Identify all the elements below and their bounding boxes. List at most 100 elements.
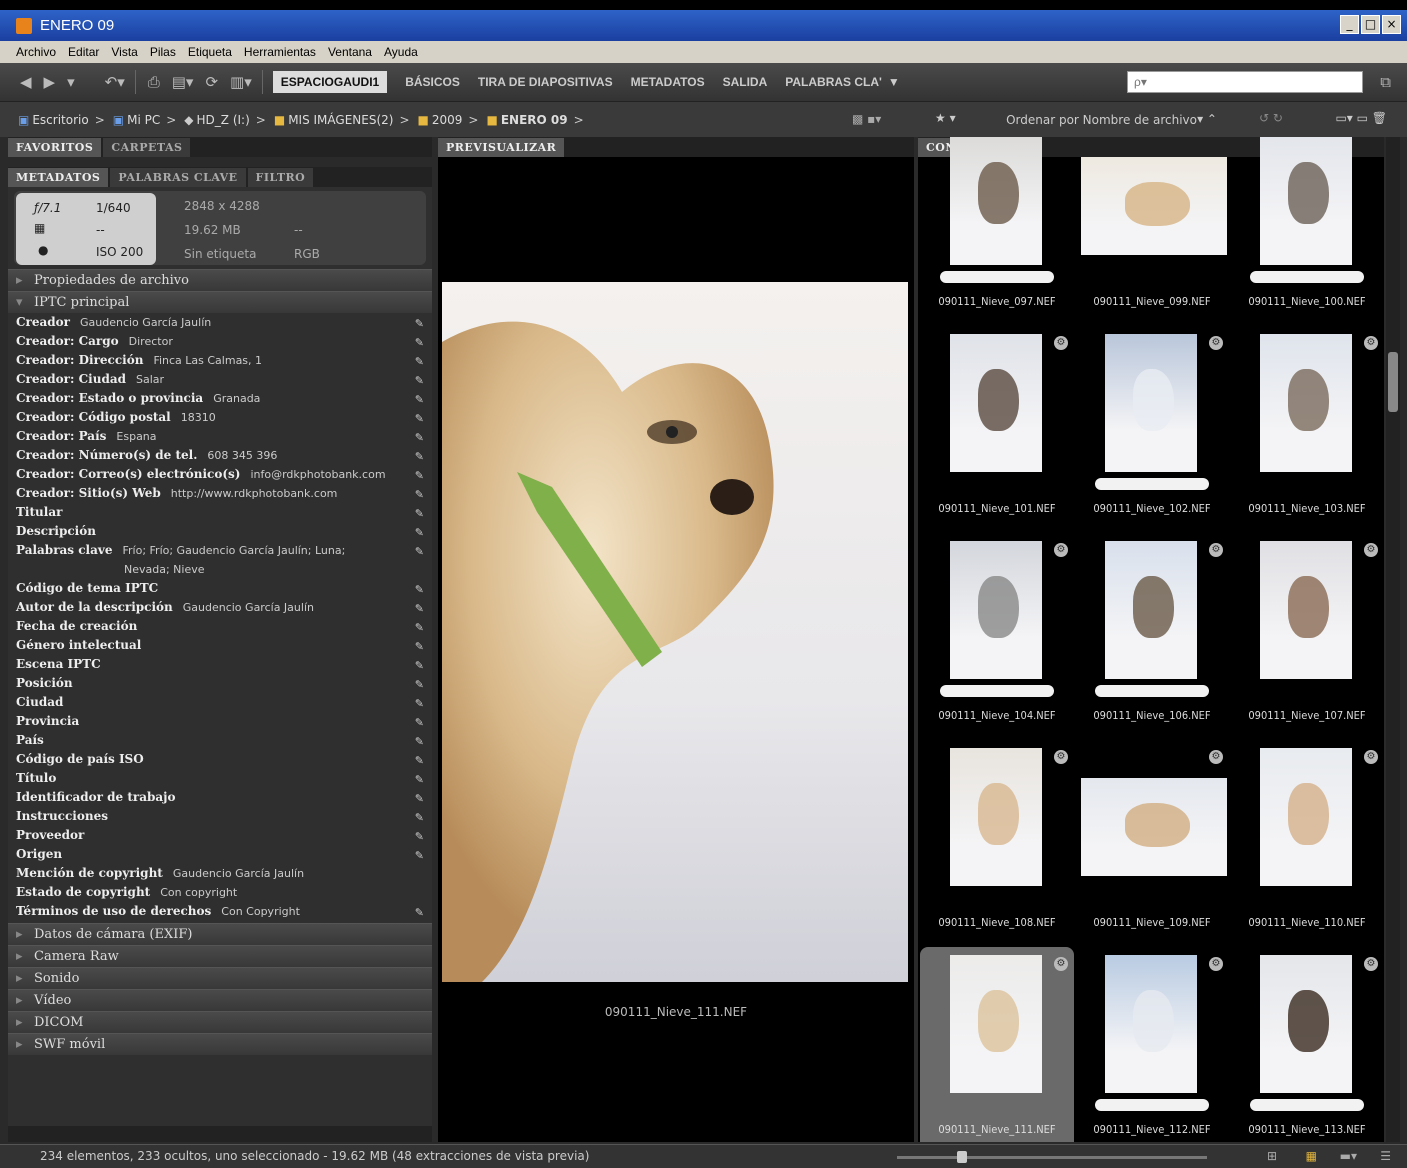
iptc-row[interactable]: Términos de uso de derechos Con Copyright… bbox=[16, 904, 432, 923]
preview-image[interactable] bbox=[442, 282, 908, 982]
menu-vista[interactable]: Vista bbox=[111, 45, 137, 59]
iptc-row[interactable]: Origen ✎ bbox=[16, 847, 432, 866]
thumbnail-cell[interactable]: ⚙ 090111_Nieve_113.NEF bbox=[1230, 947, 1384, 1142]
iptc-row[interactable]: Posición ✎ bbox=[16, 676, 432, 695]
thumbnail-cell[interactable]: ⚙ 090111_Nieve_110.NEF bbox=[1230, 740, 1384, 946]
edit-pencil-icon[interactable]: ✎ bbox=[415, 526, 424, 539]
iptc-row[interactable]: Creador Gaudencio García Jaulín ✎ bbox=[16, 315, 432, 334]
edit-pencil-icon[interactable]: ✎ bbox=[415, 469, 424, 482]
menu-herramientas[interactable]: Herramientas bbox=[244, 45, 316, 59]
menu-editar[interactable]: Editar bbox=[68, 45, 99, 59]
workspace-dropdown-icon[interactable]: ▼ bbox=[888, 75, 900, 89]
menu-etiqueta[interactable]: Etiqueta bbox=[188, 45, 232, 59]
crumb-escritorio[interactable]: Escritorio bbox=[32, 113, 88, 127]
settings-badge-icon[interactable]: ⚙ bbox=[1054, 957, 1068, 971]
menu-pilas[interactable]: Pilas bbox=[150, 45, 176, 59]
section-file-properties[interactable]: Propiedades de archivo bbox=[8, 269, 432, 291]
iptc-row[interactable]: Género intelectual ✎ bbox=[16, 638, 432, 657]
section-collapsed[interactable]: Vídeo bbox=[8, 989, 432, 1011]
settings-badge-icon[interactable]: ⚙ bbox=[1054, 543, 1068, 557]
iptc-row[interactable]: Creador: Dirección Finca Las Calmas, 1 ✎ bbox=[16, 353, 432, 372]
thumbnail-cell[interactable]: ⚙ 090111_Nieve_104.NEF bbox=[920, 533, 1074, 739]
iptc-row[interactable]: Creador: Correo(s) electrónico(s) info@rd… bbox=[16, 467, 432, 486]
edit-pencil-icon[interactable]: ✎ bbox=[415, 678, 424, 691]
detail-view-icon[interactable]: ▬▾ bbox=[1340, 1145, 1357, 1167]
settings-badge-icon[interactable]: ⚙ bbox=[1364, 750, 1378, 764]
iptc-row[interactable]: Titular ✎ bbox=[16, 505, 432, 524]
refine-icon[interactable]: ▤▾ bbox=[172, 73, 194, 91]
iptc-row[interactable]: Código de tema IPTC ✎ bbox=[16, 581, 432, 600]
edit-pencil-icon[interactable]: ✎ bbox=[415, 716, 424, 729]
section-collapsed[interactable]: Datos de cámara (EXIF) bbox=[8, 923, 432, 945]
iptc-row[interactable]: Código de país ISO ✎ bbox=[16, 752, 432, 771]
output-icon[interactable]: ▥▾ bbox=[230, 73, 252, 91]
iptc-row[interactable]: Escena IPTC ✎ bbox=[16, 657, 432, 676]
camera-import-icon[interactable]: ⎙ bbox=[148, 73, 160, 91]
edit-pencil-icon[interactable]: ✎ bbox=[415, 906, 424, 919]
workspace-espaciogaudi1[interactable]: ESPACIOGAUDI1 bbox=[272, 71, 388, 93]
edit-pencil-icon[interactable]: ✎ bbox=[415, 659, 424, 672]
thumb-view-icon[interactable]: ▦ bbox=[1306, 1145, 1317, 1167]
thumbnail-cell[interactable]: 090111_Nieve_099.NEF bbox=[1075, 137, 1229, 325]
tab-carpetas[interactable]: CARPETAS bbox=[103, 138, 191, 157]
sort-dropdown[interactable]: Ordenar por Nombre de archivo bbox=[1006, 113, 1197, 127]
edit-pencil-icon[interactable]: ✎ bbox=[415, 317, 424, 330]
close-button[interactable]: × bbox=[1382, 15, 1401, 34]
edit-pencil-icon[interactable]: ✎ bbox=[415, 792, 424, 805]
edit-pencil-icon[interactable]: ✎ bbox=[415, 640, 424, 653]
menu-archivo[interactable]: Archivo bbox=[16, 45, 56, 59]
edit-pencil-icon[interactable]: ✎ bbox=[415, 811, 424, 824]
rotate-ccw-icon[interactable]: ↺ ↻ bbox=[1259, 111, 1283, 125]
sort-order-icon[interactable]: ▾ ⌃ bbox=[1197, 112, 1217, 126]
workspace-tira[interactable]: TIRA DE DIAPOSITIVAS bbox=[478, 75, 613, 89]
settings-badge-icon[interactable]: ⚙ bbox=[1054, 336, 1068, 350]
star-filter-icon[interactable]: ★ ▾ bbox=[935, 111, 956, 125]
iptc-row[interactable]: Mención de copyright Gaudencio García Jau… bbox=[16, 866, 432, 885]
tab-favoritos[interactable]: FAVORITOS bbox=[8, 138, 102, 157]
settings-badge-icon[interactable]: ⚙ bbox=[1364, 336, 1378, 350]
thumbnail-cell[interactable]: ⚙ 090111_Nieve_112.NEF bbox=[1075, 947, 1229, 1142]
iptc-row[interactable]: Creador: Número(s) de tel. 608 345 396 ✎ bbox=[16, 448, 432, 467]
minimize-button[interactable]: _ bbox=[1340, 15, 1359, 34]
workspace-metadatos[interactable]: METADATOS bbox=[631, 75, 705, 89]
grid-view-icon[interactable]: ⊞ bbox=[1267, 1145, 1277, 1167]
crumb-mipc[interactable]: Mi PC bbox=[127, 113, 160, 127]
crumb-enero09[interactable]: ENERO 09 bbox=[501, 113, 568, 127]
section-collapsed[interactable]: Camera Raw bbox=[8, 945, 432, 967]
edit-pencil-icon[interactable]: ✎ bbox=[415, 849, 424, 862]
recent-dropdown-icon[interactable]: ▾ bbox=[67, 73, 75, 91]
edit-pencil-icon[interactable]: ✎ bbox=[415, 621, 424, 634]
edit-pencil-icon[interactable]: ✎ bbox=[415, 602, 424, 615]
iptc-row[interactable]: Nevada; Nieve bbox=[16, 562, 432, 581]
folder-actions-icon[interactable]: ▭▾ ▭ 🗑 bbox=[1335, 111, 1387, 125]
iptc-row[interactable]: Proveedor ✎ bbox=[16, 828, 432, 847]
iptc-row[interactable]: Instrucciones ✎ bbox=[16, 809, 432, 828]
thumbnail-cell[interactable]: ⚙ 090111_Nieve_102.NEF bbox=[1075, 326, 1229, 532]
thumbnail-cell[interactable]: ⚙ 090111_Nieve_109.NEF bbox=[1075, 740, 1229, 946]
iptc-row[interactable]: Identificador de trabajo ✎ bbox=[16, 790, 432, 809]
section-iptc[interactable]: IPTC principal bbox=[8, 291, 432, 313]
back-arrow-icon[interactable]: ◀ bbox=[20, 73, 32, 91]
thumbnail-size-slider[interactable] bbox=[897, 1151, 1207, 1163]
iptc-row[interactable]: Creador: Código postal 18310 ✎ bbox=[16, 410, 432, 429]
edit-pencil-icon[interactable]: ✎ bbox=[415, 336, 424, 349]
edit-pencil-icon[interactable]: ✎ bbox=[415, 431, 424, 444]
thumbnail-quality-icon[interactable]: ▩ ▪▾ bbox=[852, 112, 881, 126]
iptc-row[interactable]: Creador: Ciudad Salar ✎ bbox=[16, 372, 432, 391]
iptc-row[interactable]: Descripción ✎ bbox=[16, 524, 432, 543]
tab-previsualizar[interactable]: PREVISUALIZAR bbox=[438, 138, 565, 157]
workspace-basicos[interactable]: BÁSICOS bbox=[405, 75, 460, 89]
iptc-row[interactable]: Fecha de creación ✎ bbox=[16, 619, 432, 638]
edit-pencil-icon[interactable]: ✎ bbox=[415, 697, 424, 710]
section-collapsed[interactable]: DICOM bbox=[8, 1011, 432, 1033]
thumbnail-cell[interactable]: ⚙ 090111_Nieve_111.NEF bbox=[920, 947, 1074, 1142]
forward-arrow-icon[interactable]: ▶ bbox=[44, 73, 56, 91]
thumbnail-cell[interactable]: ⚙ 090111_Nieve_107.NEF bbox=[1230, 533, 1384, 739]
list-view-icon[interactable]: ☰ bbox=[1380, 1145, 1391, 1167]
edit-pencil-icon[interactable]: ✎ bbox=[415, 412, 424, 425]
edit-pencil-icon[interactable]: ✎ bbox=[415, 773, 424, 786]
crumb-drive[interactable]: HD_Z (I:) bbox=[197, 113, 250, 127]
tab-metadatos[interactable]: METADATOS bbox=[8, 168, 109, 187]
edit-pencil-icon[interactable]: ✎ bbox=[415, 488, 424, 501]
thumbnail-cell[interactable]: ⚙ 090111_Nieve_108.NEF bbox=[920, 740, 1074, 946]
